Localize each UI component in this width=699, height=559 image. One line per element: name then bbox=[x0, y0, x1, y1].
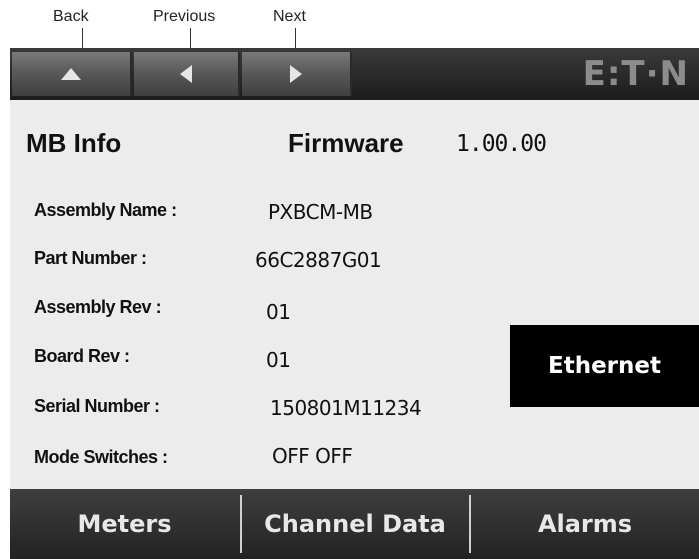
page-title: MB Info bbox=[26, 128, 122, 158]
ethernet-button[interactable]: Ethernet bbox=[510, 325, 699, 407]
previous-button[interactable] bbox=[134, 52, 240, 96]
assembly-name-label: Assembly Name : bbox=[34, 200, 177, 220]
firmware-label: Firmware bbox=[288, 128, 404, 158]
callout-previous-line bbox=[190, 28, 191, 50]
serial-number-value: 150801M11234 bbox=[270, 396, 422, 420]
mode-switches-value: OFF OFF bbox=[272, 444, 353, 468]
tab-channel-data[interactable]: Channel Data bbox=[242, 489, 468, 559]
assembly-name-value: PXBCM-MB bbox=[268, 200, 373, 224]
eaton-logo: E:T·N bbox=[582, 54, 689, 94]
serial-number-label: Serial Number : bbox=[34, 396, 160, 416]
callout-next: Next bbox=[273, 8, 306, 25]
tab-meters[interactable]: Meters bbox=[10, 489, 239, 559]
tab-alarms[interactable]: Alarms bbox=[471, 489, 699, 559]
device-screen: E:T·N MB Info Firmware 1.00.00 Assembly … bbox=[10, 48, 699, 559]
callout-previous: Previous bbox=[153, 8, 216, 25]
board-rev-value: 01 bbox=[266, 348, 291, 372]
mode-switches-label: Mode Switches : bbox=[34, 447, 168, 467]
bottom-tab-bar: Meters Channel Data Alarms bbox=[10, 489, 699, 559]
callout-back: Back bbox=[53, 8, 89, 25]
callout-back-line bbox=[82, 28, 83, 50]
up-arrow-icon bbox=[61, 68, 81, 80]
left-arrow-icon bbox=[180, 65, 192, 83]
content-panel: MB Info Firmware 1.00.00 Assembly Name :… bbox=[10, 100, 699, 489]
part-number-label: Part Number : bbox=[34, 248, 147, 268]
board-rev-label: Board Rev : bbox=[34, 346, 130, 366]
next-button[interactable] bbox=[242, 52, 352, 96]
top-bar: E:T·N bbox=[10, 48, 699, 100]
assembly-rev-label: Assembly Rev : bbox=[34, 297, 162, 317]
back-button[interactable] bbox=[12, 52, 132, 96]
assembly-rev-value: 01 bbox=[266, 300, 291, 324]
callout-next-line bbox=[295, 28, 296, 50]
part-number-value: 66C2887G01 bbox=[255, 248, 382, 272]
firmware-value: 1.00.00 bbox=[456, 131, 547, 157]
right-arrow-icon bbox=[290, 65, 302, 83]
